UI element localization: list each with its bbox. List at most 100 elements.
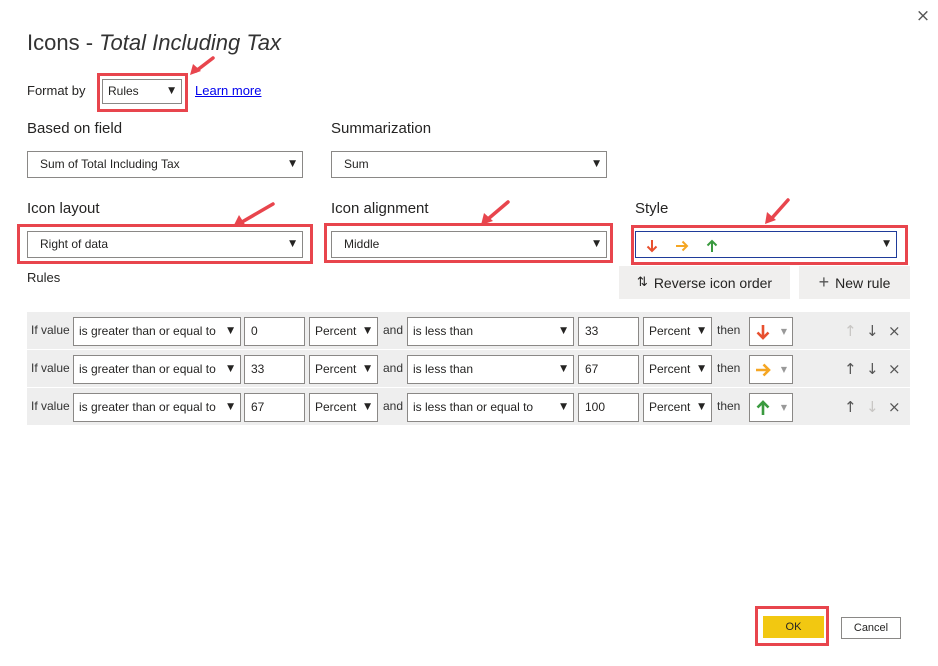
arrow-up-green-icon [756, 400, 770, 415]
chevron-down-icon: ▼ [289, 159, 296, 169]
rules-table: If value is greater than or equal to ▼ 0 Per… [27, 312, 910, 426]
chevron-down-icon: ▼ [168, 86, 175, 96]
delete-rule-icon[interactable]: × [888, 322, 901, 340]
annotation-arrow-icon [233, 202, 275, 227]
condition-operator-value: is greater than or equal to [79, 324, 216, 338]
format-by-label: Format by [27, 83, 86, 98]
chevron-down-icon: ▼ [780, 327, 787, 336]
max-value-input[interactable]: 100 [578, 393, 639, 422]
chevron-down-icon: ▼ [780, 365, 787, 374]
then-label: then [717, 399, 741, 413]
condition-operator-select[interactable]: is greater than or equal to ▼ [73, 317, 241, 346]
close-icon[interactable]: × [914, 7, 932, 25]
icon-alignment-select[interactable]: Middle ▼ [331, 231, 607, 258]
arrow-up-green-icon [706, 239, 718, 252]
rule-icon-select[interactable]: ▼ [749, 317, 793, 346]
min-type-select[interactable]: Percent ▼ [309, 317, 378, 346]
format-by-select[interactable]: Rules ▼ [102, 79, 182, 104]
chevron-down-icon: ▼ [593, 159, 600, 169]
learn-more-link[interactable]: Learn more [195, 83, 261, 98]
min-type-select[interactable]: Percent ▼ [309, 393, 378, 422]
chevron-down-icon: ▼ [780, 403, 787, 412]
and-label: and [383, 361, 404, 375]
rule-icon-select[interactable]: ▼ [749, 355, 793, 384]
max-operator-select[interactable]: is less than or equal to ▼ [407, 393, 574, 422]
chevron-down-icon: ▼ [560, 364, 567, 374]
style-select[interactable]: ▼ [635, 231, 897, 258]
arrow-right-orange-icon [676, 240, 689, 252]
move-down-icon[interactable]: ↓ [866, 322, 879, 340]
max-operator-select[interactable]: is less than ▼ [407, 317, 574, 346]
max-type-select[interactable]: Percent ▼ [643, 317, 712, 346]
condition-operator-select[interactable]: is greater than or equal to ▼ [73, 393, 241, 422]
summarization-select[interactable]: Sum ▼ [331, 151, 607, 178]
new-rule-button[interactable]: + New rule [799, 266, 910, 299]
summarization-label: Summarization [331, 120, 432, 137]
format-by-value: Rules [108, 84, 139, 98]
rules-label: Rules [27, 270, 61, 285]
max-operator-value: is less than or equal to [413, 400, 534, 414]
arrow-down-red-icon [756, 325, 770, 340]
dialog-title: Icons - Total Including Tax [27, 30, 281, 56]
chevron-down-icon: ▼ [289, 239, 296, 249]
chevron-down-icon: ▼ [560, 402, 567, 412]
based-on-field-select[interactable]: Sum of Total Including Tax ▼ [27, 151, 303, 178]
max-value-input[interactable]: 67 [578, 355, 639, 384]
title-field: Total Including Tax [99, 30, 281, 55]
reverse-order-icon: ⇅ [636, 275, 648, 290]
chevron-down-icon: ▼ [364, 326, 371, 336]
rule-row: If value is greater than or equal to ▼ 67 Pe… [27, 388, 910, 426]
max-type-value: Percent [649, 400, 691, 414]
max-type-value: Percent [649, 362, 691, 376]
rule-row: If value is greater than or equal to ▼ 33 Pe… [27, 350, 910, 388]
move-up-icon[interactable]: ↑ [844, 360, 857, 378]
min-value-input[interactable]: 67 [244, 393, 305, 422]
move-up-icon[interactable]: ↑ [844, 322, 857, 340]
min-value-input[interactable]: 33 [244, 355, 305, 384]
max-operator-select[interactable]: is less than ▼ [407, 355, 574, 384]
chevron-down-icon: ▼ [227, 364, 234, 374]
move-up-icon[interactable]: ↑ [844, 398, 857, 416]
chevron-down-icon: ▼ [364, 402, 371, 412]
condition-operator-value: is greater than or equal to [79, 362, 216, 376]
cancel-button[interactable]: Cancel [841, 617, 901, 639]
chevron-down-icon: ▼ [883, 239, 890, 249]
if-value-label: If value [31, 399, 70, 413]
min-type-value: Percent [315, 362, 357, 376]
chevron-down-icon: ▼ [698, 326, 705, 336]
chevron-down-icon: ▼ [593, 239, 600, 249]
min-type-value: Percent [315, 400, 357, 414]
min-value-input[interactable]: 0 [244, 317, 305, 346]
new-rule-label: New rule [835, 274, 891, 291]
condition-operator-select[interactable]: is greater than or equal to ▼ [73, 355, 241, 384]
then-label: then [717, 323, 741, 337]
chevron-down-icon: ▼ [364, 364, 371, 374]
arrow-right-orange-icon [756, 363, 771, 377]
chevron-down-icon: ▼ [227, 326, 234, 336]
delete-rule-icon[interactable]: × [888, 398, 901, 416]
max-operator-value: is less than [413, 362, 474, 376]
reverse-icon-order-button[interactable]: ⇅ Reverse icon order [619, 266, 790, 299]
if-value-label: If value [31, 361, 70, 375]
delete-rule-icon[interactable]: × [888, 360, 901, 378]
max-type-value: Percent [649, 324, 691, 338]
min-type-select[interactable]: Percent ▼ [309, 355, 378, 384]
chevron-down-icon: ▼ [560, 326, 567, 336]
style-label: Style [635, 200, 669, 217]
chevron-down-icon: ▼ [227, 402, 234, 412]
style-icons [646, 239, 718, 253]
then-label: then [717, 361, 741, 375]
rule-icon-select[interactable]: ▼ [749, 393, 793, 422]
move-down-icon[interactable]: ↓ [866, 360, 879, 378]
max-type-select[interactable]: Percent ▼ [643, 393, 712, 422]
max-type-select[interactable]: Percent ▼ [643, 355, 712, 384]
plus-icon: + [818, 272, 830, 292]
based-on-field-label: Based on field [27, 120, 123, 137]
condition-operator-value: is greater than or equal to [79, 400, 216, 414]
move-down-icon[interactable]: ↓ [866, 398, 879, 416]
reverse-icon-order-label: Reverse icon order [653, 274, 773, 291]
and-label: and [383, 399, 404, 413]
ok-button[interactable]: OK [763, 616, 824, 638]
max-value-input[interactable]: 33 [578, 317, 639, 346]
icon-layout-select[interactable]: Right of data ▼ [27, 231, 303, 258]
